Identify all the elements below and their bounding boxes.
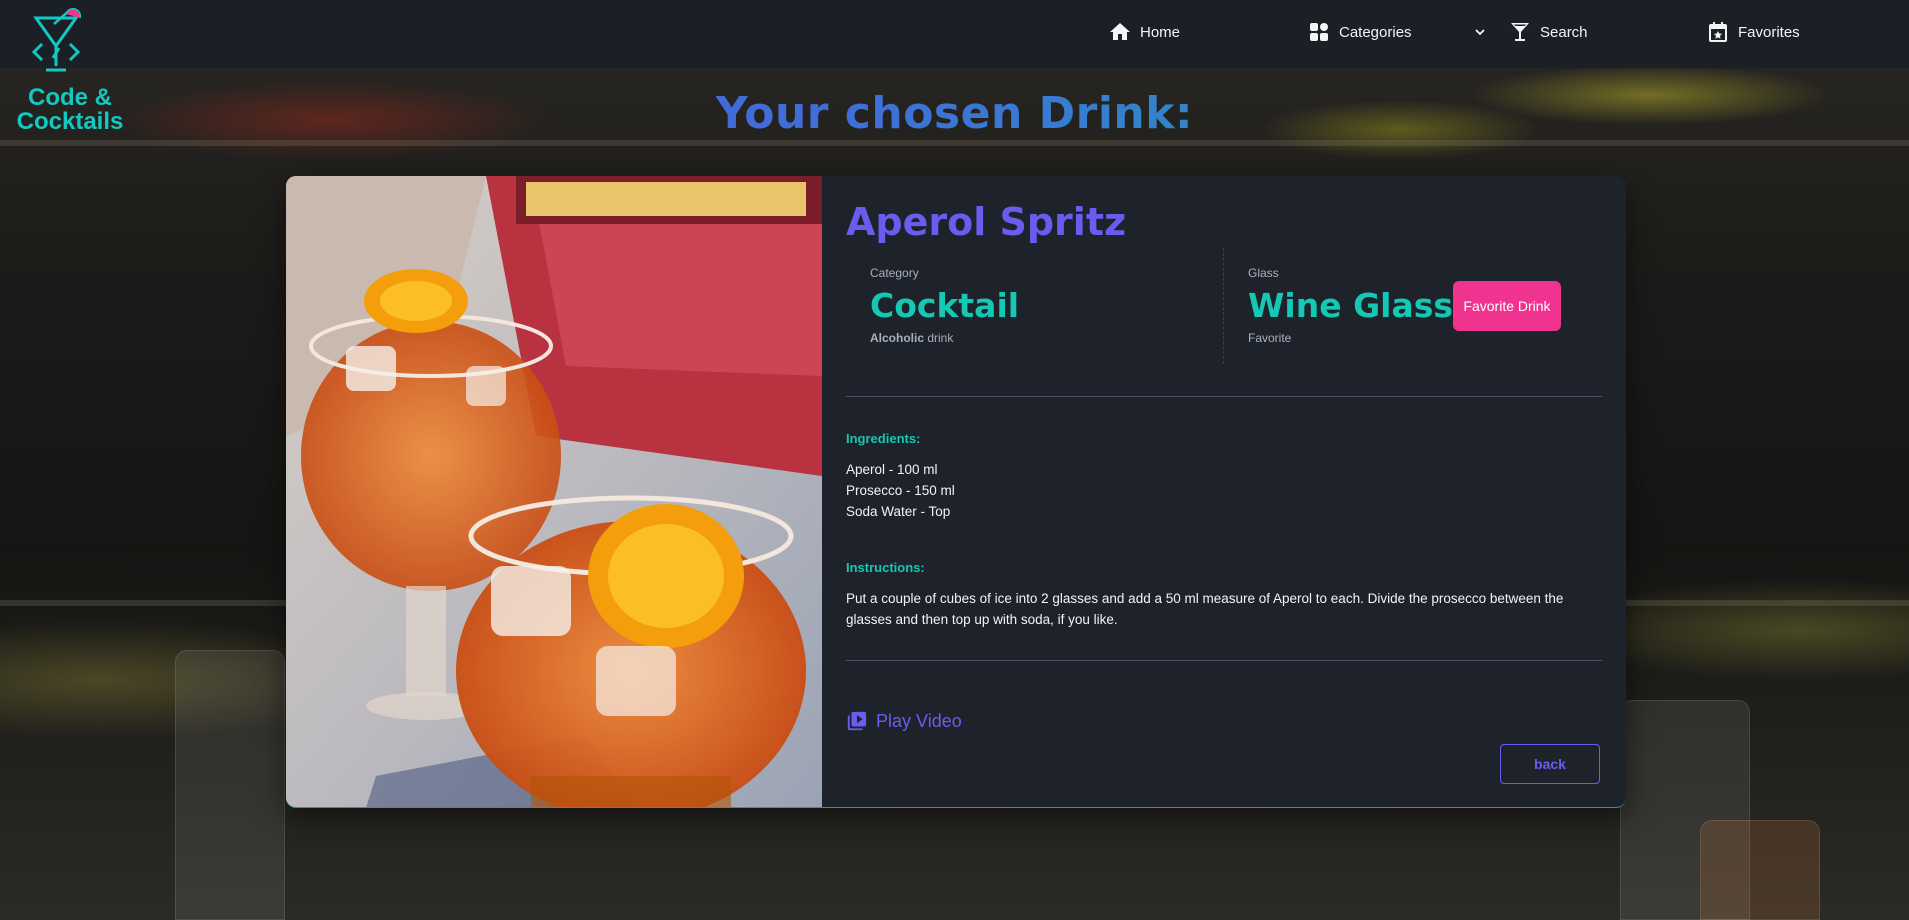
divider	[846, 660, 1602, 661]
navbar: Home Categories Search Favorites	[0, 0, 1909, 68]
categories-icon	[1310, 23, 1328, 41]
ingredients-heading: Ingredients:	[846, 431, 921, 446]
ingredient-item: Prosecco - 150 ml	[846, 483, 955, 498]
nav-categories-label: Categories	[1339, 23, 1412, 41]
instructions-text: Put a couple of cubes of ice into 2 glas…	[846, 591, 1564, 627]
stat-glass-label: Glass	[1248, 266, 1279, 280]
nav-search-label: Search	[1540, 23, 1588, 41]
instructions-heading: Instructions:	[846, 560, 925, 575]
logo-line-1: Code &	[28, 84, 112, 111]
drink-card: Aperol Spritz Category Cocktail Alcoholi…	[286, 176, 1626, 808]
play-video-label: Play Video	[876, 710, 962, 731]
home-icon	[1110, 23, 1130, 40]
favorite-drink-button[interactable]: Favorite Drink	[1453, 281, 1561, 331]
cocktail-glass-icon	[1511, 23, 1529, 41]
ingredient-item: Soda Water - Top	[846, 504, 951, 519]
nav-home-label: Home	[1140, 23, 1181, 41]
video-library-icon	[847, 711, 867, 731]
stat-category: Category Cocktail Alcoholic drink	[870, 266, 1019, 345]
ingredient-item: Aperol - 100 ml	[846, 462, 938, 477]
stat-glass: Glass Wine Glass Favorite	[1248, 266, 1453, 345]
alcoholic-type: Alcoholic	[870, 331, 925, 345]
stat-divider	[1223, 248, 1224, 364]
page-title: Your chosen Drink:	[0, 88, 1909, 139]
stat-glass-desc: Favorite	[1248, 331, 1292, 345]
nav-categories[interactable]: Categories	[1307, 20, 1412, 44]
stat-category-value: Cocktail	[870, 286, 1020, 325]
cocktail-logo-icon	[31, 8, 82, 72]
background-shelf	[0, 140, 1909, 146]
divider	[846, 396, 1602, 397]
background-glass	[175, 650, 285, 920]
drink-info: Aperol Spritz Category Cocktail Alcoholi…	[822, 176, 1626, 807]
nav-favorites[interactable]: Favorites	[1706, 20, 1800, 44]
ingredients-list: Aperol - 100 ml Prosecco - 150 ml Soda W…	[846, 459, 955, 522]
logo-line-2: Cocktails	[16, 108, 124, 135]
stat-category-desc: Alcoholic drink	[870, 331, 1019, 345]
logo-text: Code & Cocktails	[6, 86, 134, 134]
nav-favorites-label: Favorites	[1738, 23, 1800, 41]
background-glass	[1700, 820, 1820, 920]
nav-home[interactable]: Home	[1108, 20, 1180, 44]
back-button[interactable]: back	[1500, 744, 1600, 784]
calendar-star-icon	[1709, 22, 1727, 42]
drink-name: Aperol Spritz	[846, 200, 1127, 244]
chevron-down-icon[interactable]	[1474, 26, 1486, 38]
alcoholic-suffix: drink	[924, 331, 954, 345]
stat-glass-value: Wine Glass	[1248, 286, 1454, 325]
nav-search[interactable]: Search	[1508, 20, 1588, 44]
app-logo[interactable]: Code & Cocktails	[6, 8, 126, 138]
stat-category-label: Category	[870, 266, 919, 280]
drink-photo	[286, 176, 822, 807]
play-video-link[interactable]: Play Video	[846, 710, 962, 732]
